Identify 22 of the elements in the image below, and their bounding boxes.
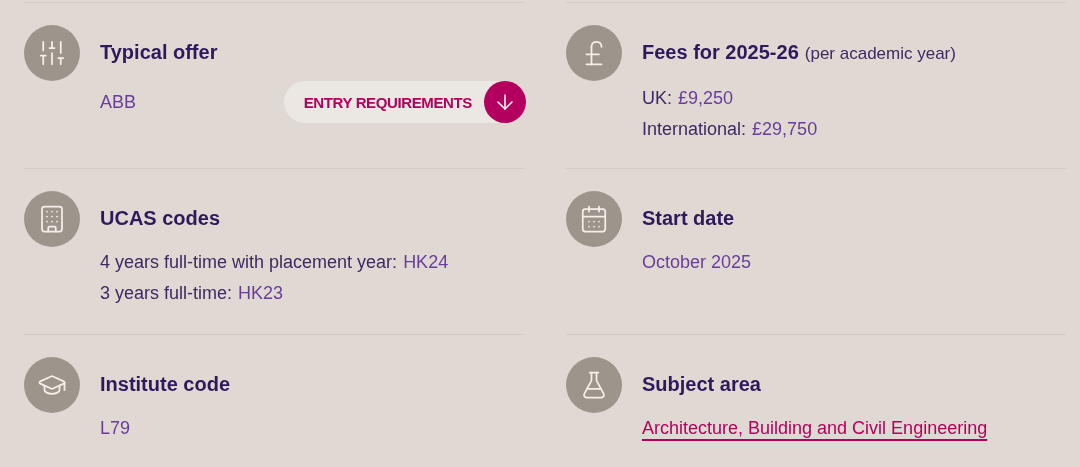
section-title: UCAS codes <box>100 206 221 231</box>
field-value: £29,750 <box>752 118 818 141</box>
section-title: Start date <box>642 206 735 231</box>
field-label: UK: <box>642 87 672 110</box>
field-label: 4 years full-time with placement year: <box>100 251 398 274</box>
field-label: 3 years full-time: <box>100 282 233 305</box>
entry-requirements-button[interactable]: ENTRY REQUIREMENTS <box>283 81 526 123</box>
field-value: HK23 <box>238 282 284 305</box>
section-title: Typical offer <box>100 40 218 65</box>
section-title: Institute code <box>100 372 230 397</box>
field-value: HK24 <box>403 251 449 274</box>
section-title: Subject area <box>642 372 761 397</box>
section-title: Fees for 2025-26 <box>642 40 799 65</box>
field-label: International: <box>642 118 747 141</box>
field-value: L79 <box>100 417 131 440</box>
title-note: (per academic year) <box>804 43 956 65</box>
sliders-icon <box>37 38 67 68</box>
field-value: October 2025 <box>642 251 752 274</box>
field-value: ABB <box>100 90 137 114</box>
calendar-icon <box>579 204 609 234</box>
field-value: £9,250 <box>678 87 734 110</box>
subject-link[interactable]: Architecture, Building and Civil Engineering <box>642 413 988 444</box>
